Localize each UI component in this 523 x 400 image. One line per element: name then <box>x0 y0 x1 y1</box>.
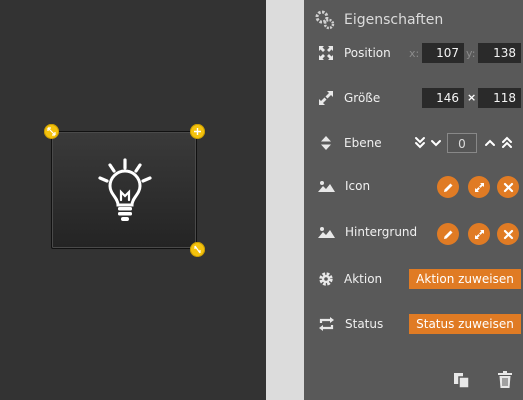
sort-icon <box>321 136 331 150</box>
expand-icon <box>474 229 484 239</box>
trash-icon[interactable] <box>497 371 513 389</box>
position-y-input[interactable]: 138 <box>478 43 521 63</box>
properties-panel: Eigenschaften Position x: 107 y: 138 Grö… <box>304 0 523 400</box>
status-label: Status <box>345 317 384 331</box>
icon-expand-button[interactable] <box>468 176 490 198</box>
icon-label: Icon <box>345 179 371 193</box>
edit-icon <box>443 183 452 192</box>
width-input[interactable]: 146 <box>422 88 464 108</box>
x-label: x: <box>409 47 420 60</box>
status-row: Status <box>318 313 383 335</box>
panel-title: Eigenschaften <box>344 12 444 28</box>
refresh-icon <box>319 317 334 331</box>
close-icon <box>503 229 513 239</box>
layer-up-icon[interactable] <box>484 139 496 147</box>
resize-arrow-icon <box>47 127 56 136</box>
size-row: Größe <box>318 87 380 109</box>
background-label: Hintergrund <box>345 225 418 239</box>
layer-down-icon[interactable] <box>430 139 442 147</box>
resize-icon <box>319 91 333 105</box>
times-sign: × <box>467 91 477 104</box>
position-row: Position <box>318 42 391 64</box>
action-row: Aktion <box>318 268 382 290</box>
icon-row: Icon <box>318 175 370 197</box>
gear-icon <box>315 10 335 30</box>
icon-edit-button[interactable] <box>437 176 459 198</box>
size-label: Größe <box>344 91 381 105</box>
close-icon <box>503 182 513 192</box>
layer-label: Ebene <box>344 136 382 150</box>
cog-icon <box>319 272 333 286</box>
plus-icon <box>194 128 201 135</box>
assign-status-button[interactable]: Status zuweisen <box>409 314 521 334</box>
background-remove-button[interactable] <box>497 223 519 245</box>
position-x-input[interactable]: 107 <box>422 43 464 63</box>
layer-input[interactable]: 0 <box>447 133 477 153</box>
panel-header: Eigenschaften <box>314 9 443 31</box>
copy-icon[interactable] <box>453 372 470 389</box>
edit-icon <box>443 230 452 239</box>
editor-canvas[interactable] <box>0 0 266 400</box>
background-edit-button[interactable] <box>437 223 459 245</box>
expand-icon <box>474 182 484 192</box>
layer-bottom-icon[interactable] <box>414 136 426 149</box>
action-label: Aktion <box>344 272 383 286</box>
position-label: Position <box>344 46 391 60</box>
background-row: Hintergrund <box>318 221 417 243</box>
background-expand-button[interactable] <box>468 223 490 245</box>
corner-handle-top-left[interactable] <box>44 124 59 139</box>
y-label: y: <box>466 47 476 60</box>
assign-action-button[interactable]: Aktion zuweisen <box>409 269 521 289</box>
height-input[interactable]: 118 <box>478 88 521 108</box>
image-icon <box>318 227 335 238</box>
corner-handle-bottom-right[interactable] <box>190 242 205 257</box>
move-icon <box>319 46 333 60</box>
lightbulb-icon <box>98 158 152 221</box>
selected-widget[interactable] <box>51 131 197 249</box>
corner-handle-top-right[interactable] <box>190 124 205 139</box>
image-icon <box>318 181 335 192</box>
layer-top-icon[interactable] <box>501 136 513 149</box>
icon-remove-button[interactable] <box>497 176 519 198</box>
panel-divider <box>266 0 304 400</box>
layer-row: Ebene <box>318 132 382 154</box>
resize-arrow-icon <box>194 245 201 254</box>
